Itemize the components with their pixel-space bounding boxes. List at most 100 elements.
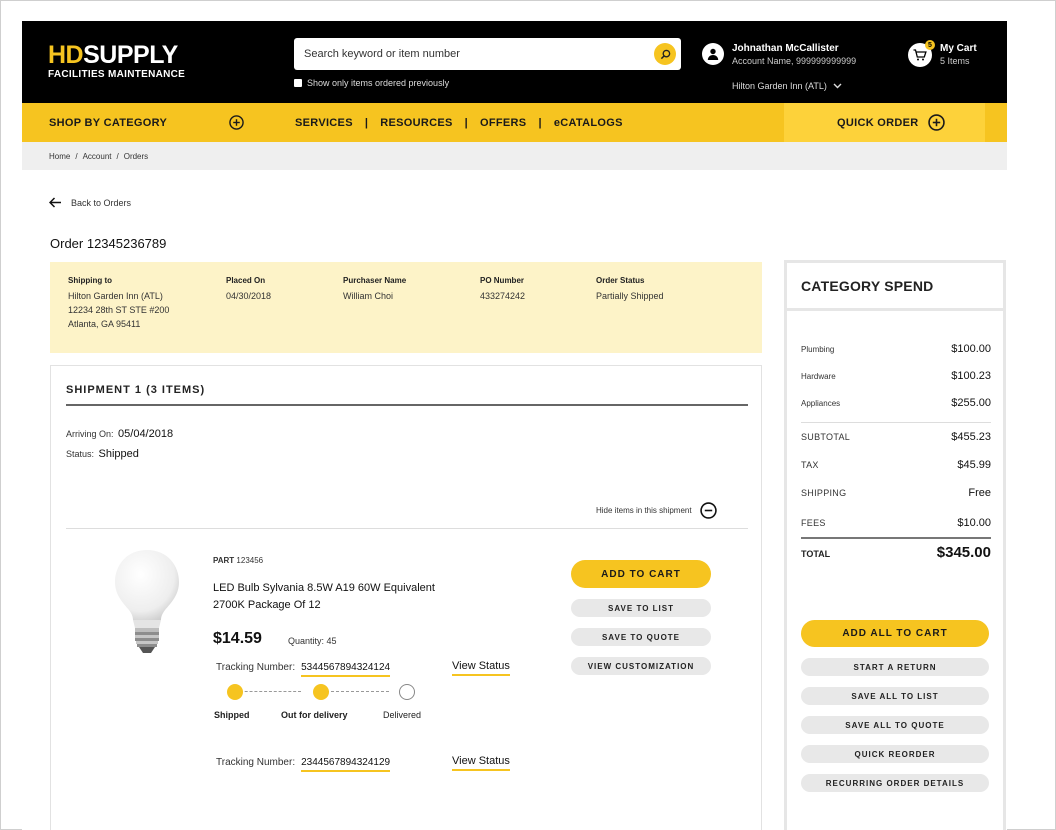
shop-by-category[interactable]: SHOP BY CATEGORY [22,103,274,142]
tax-row: TAX $45.99 [801,459,991,471]
divider [66,404,748,406]
shipping-value: Free [968,487,991,499]
main-nav: SHOP BY CATEGORY SERVICES | RESOURCES | … [22,103,1007,142]
spend-label: Appliances [801,399,841,408]
delivery-progress: Shipped Out for delivery Delivered [211,684,451,724]
account-name: Account Name, 999999999999 [732,56,857,66]
site-header: HDSUPPLY FACILITIES MAINTENANCE Show onl… [22,21,1007,103]
progress-label-delivered: Delivered [383,710,422,720]
part-number: PART 123456 [213,556,263,565]
order-title: Order 12345236789 [50,236,167,251]
cart-icon: 5 [908,40,935,67]
location-selector[interactable]: Hilton Garden Inn (ATL) [732,81,842,91]
spend-value: $100.23 [951,370,991,382]
nav-separator: | [364,116,369,129]
nav-services[interactable]: SERVICES [274,117,353,129]
logo-supply: SUPPLY [83,41,178,69]
breadcrumb-separator: / [75,151,78,161]
progress-dot-out-for-delivery [313,684,329,700]
shipment-status: Status: Shipped [66,448,139,460]
order-status-value: Partially Shipped [596,291,664,301]
quantity-label: Quantity: [288,636,325,646]
total-value: $345.00 [936,544,991,561]
plus-circle-icon [927,114,945,131]
hide-items-label: Hide items in this shipment [596,506,692,515]
progress-label-out-for-delivery: Out for delivery [281,710,348,720]
shipping-to: Shipping to Hilton Garden Inn (ATL) 1223… [68,276,169,331]
quick-reorder-button[interactable]: QUICK REORDER [801,745,989,763]
nav-ecatalogs[interactable]: eCATALOGS [554,117,623,129]
plus-circle-icon [229,115,244,130]
shipment-title: SHIPMENT 1 (3 ITEMS) [66,384,206,396]
search-icon [660,49,670,59]
tax-value: $45.99 [957,459,991,471]
part-value: 123456 [236,556,264,565]
category-spend-title: CATEGORY SPEND [787,263,1003,311]
logo-hd: HD [48,41,84,69]
nav-separator: | [464,116,469,129]
light-bulb-image[interactable] [111,548,183,658]
product-name[interactable]: LED Bulb Sylvania 8.5W A19 60W Equivalen… [213,580,513,614]
arriving-value: 05/04/2018 [118,428,174,440]
product-price: $14.59 [213,630,262,647]
start-return-button[interactable]: START A RETURN [801,658,989,676]
placed-label: Placed On [226,276,266,285]
save-to-quote-button[interactable]: SAVE TO QUOTE [571,628,711,646]
account-menu[interactable]: Johnathan McCallister Account Name, 9999… [702,43,856,66]
fees-label: FEES [801,518,826,528]
search-input[interactable] [294,38,634,70]
page: HDSUPPLY FACILITIES MAINTENANCE Show onl… [22,21,1007,830]
spend-value: $255.00 [951,397,991,409]
cart[interactable]: 5 My Cart 5 Items [908,40,977,67]
breadcrumb-account[interactable]: Account [83,152,112,161]
previously-ordered-toggle[interactable]: Show only items ordered previously [294,78,449,88]
quick-order-button[interactable]: QUICK ORDER [784,103,1007,142]
quantity-value: 45 [326,636,337,646]
view-status-link-1[interactable]: View Status [452,660,510,676]
order-status-label: Order Status [596,276,645,285]
location-label: Hilton Garden Inn (ATL) [732,81,827,91]
back-to-orders-link[interactable]: Back to Orders [49,197,131,208]
nav-resources[interactable]: RESOURCES [380,117,452,129]
progress-dot-shipped [227,684,243,700]
po-label: PO Number [480,276,525,285]
po-number: PO Number 433274242 [480,276,525,303]
status-value: Shipped [98,448,139,460]
recurring-order-details-button[interactable]: RECURRING ORDER DETAILS [801,774,989,792]
nav-offers[interactable]: OFFERS [480,117,526,129]
logo[interactable]: HDSUPPLY FACILITIES MAINTENANCE [48,41,185,81]
breadcrumb-orders[interactable]: Orders [124,152,148,161]
divider [801,537,991,539]
divider [66,528,748,529]
view-status-link-2[interactable]: View Status [452,755,510,771]
subtotal-row: SUBTOTAL $455.23 [801,431,991,443]
back-label: Back to Orders [71,197,132,208]
tracking-number-1[interactable]: 5344567894324124 [301,662,391,677]
divider [801,422,991,423]
search-button[interactable] [654,43,676,65]
tracking-number-2[interactable]: 2344567894324129 [301,757,391,772]
spend-row-appliances: Appliances $255.00 [801,397,991,409]
status-label: Status: [66,449,95,459]
cart-badge: 5 [925,40,935,50]
save-to-list-button[interactable]: SAVE TO LIST [571,599,711,617]
tracking-label: Tracking Number: [216,757,296,768]
progress-dot-delivered [399,684,415,700]
breadcrumb-home[interactable]: Home [49,152,70,161]
add-to-cart-button[interactable]: ADD TO CART [571,560,711,588]
save-all-to-quote-button[interactable]: SAVE ALL TO QUOTE [801,716,989,734]
add-all-to-cart-button[interactable]: ADD ALL TO CART [801,620,989,647]
shop-by-category-label: SHOP BY CATEGORY [49,116,168,129]
product-name-line-1: LED Bulb Sylvania 8.5W A19 60W Equivalen… [213,582,435,594]
hide-items-toggle[interactable]: Hide items in this shipment [596,502,717,519]
save-all-to-list-button[interactable]: SAVE ALL TO LIST [801,687,989,705]
product-name-line-2: 2700K Package Of 12 [213,599,321,611]
view-customization-button[interactable]: VIEW CUSTOMIZATION [571,657,711,675]
quick-order-label: QUICK ORDER [837,116,919,129]
progress-connector [321,691,389,692]
subtotal-value: $455.23 [951,431,991,443]
checkbox[interactable] [294,79,302,87]
cart-title: My Cart [940,43,977,54]
tracking-row-2: Tracking Number: 2344567894324129 [216,757,391,772]
spend-row-plumbing: Plumbing $100.00 [801,343,991,355]
